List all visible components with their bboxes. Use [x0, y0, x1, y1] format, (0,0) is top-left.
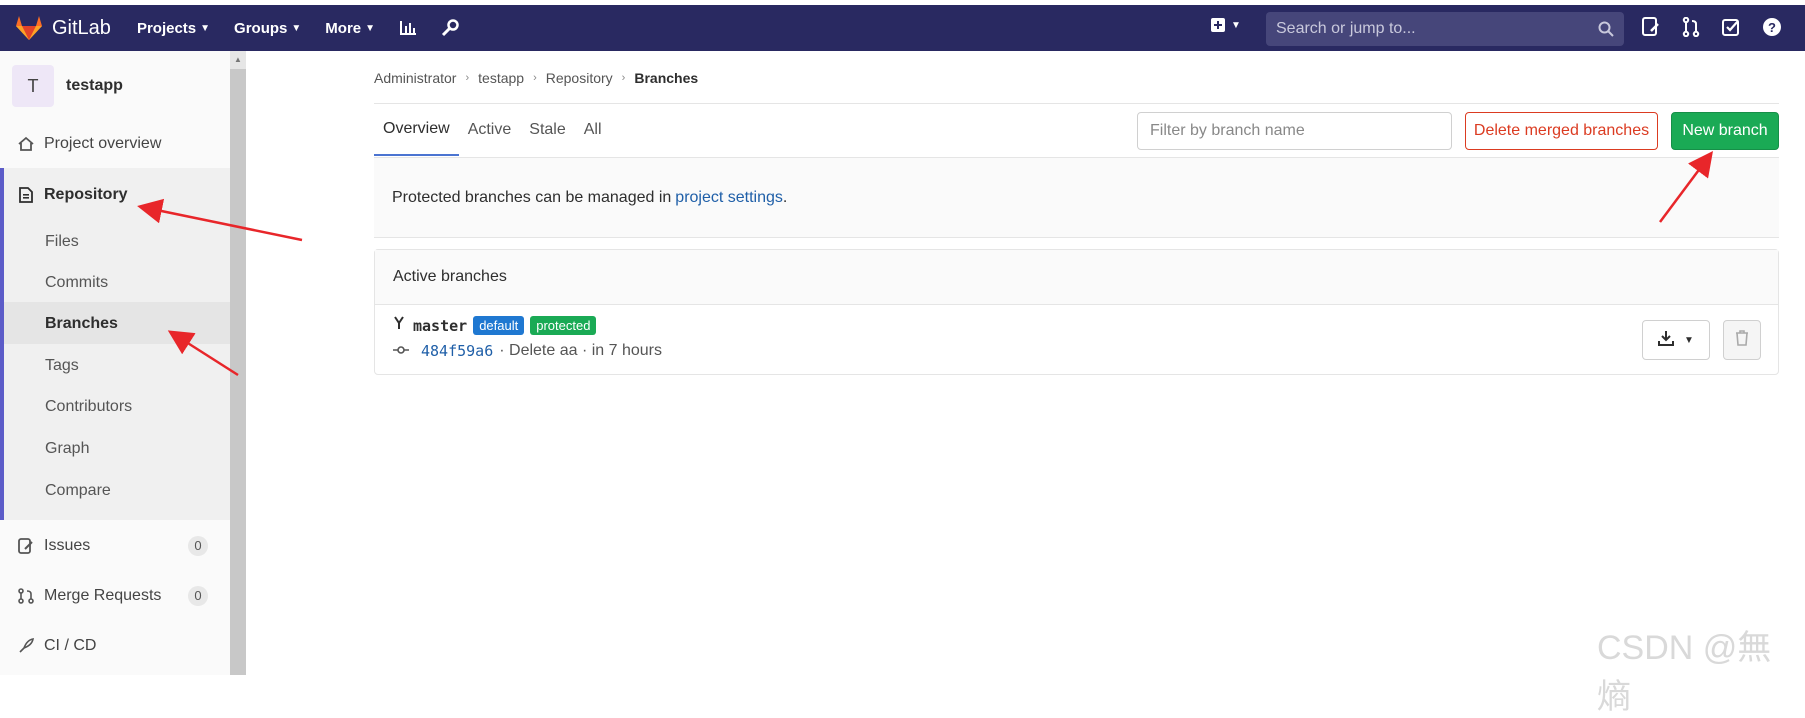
chevron-down-icon: ▼: [291, 22, 302, 34]
chevron-down-icon: ▼: [365, 22, 376, 34]
search-placeholder: Search or jump to...: [1276, 20, 1416, 37]
chevron-right-icon: ›: [465, 72, 470, 84]
branch-row: master default protected: [393, 316, 597, 335]
sidebar-item-ci-cd[interactable]: CI / CD: [0, 628, 230, 664]
top-navbar: GitLab Projects ▼ Groups ▼ More ▼ ▼ Search …: [0, 5, 1805, 51]
new-branch-button[interactable]: New branch: [1671, 112, 1779, 150]
chevron-down-icon: ▼: [1684, 334, 1694, 346]
sidebar-item-label: CI / CD: [44, 637, 97, 654]
chevron-down-icon: ▼: [1231, 19, 1241, 31]
home-icon: [18, 136, 34, 152]
gitlab-fox-icon: [16, 16, 42, 40]
new-dropdown-button[interactable]: ▼: [1210, 17, 1241, 33]
nav-more-label: More: [325, 19, 362, 37]
document-icon: [18, 187, 34, 203]
search-icon: [1598, 21, 1614, 42]
sidebar-item-label: Merge Requests: [44, 587, 162, 604]
commit-row: 484f59a6 · Delete aa · in 7 hours: [393, 342, 662, 360]
merge-request-icon[interactable]: [1682, 17, 1700, 37]
activity-chart-icon[interactable]: [399, 19, 417, 37]
tab-active[interactable]: Active: [459, 104, 521, 156]
sidebar-item-label: Repository: [44, 186, 128, 203]
protected-badge: protected: [530, 316, 597, 335]
sidebar-subitem-graph[interactable]: Graph: [45, 440, 89, 458]
download-dropdown-button[interactable]: ▼: [1642, 320, 1710, 360]
help-icon[interactable]: ?: [1762, 17, 1782, 37]
project-settings-link[interactable]: project settings: [675, 189, 783, 207]
breadcrumb-repository[interactable]: Repository: [546, 70, 613, 86]
default-badge: default: [473, 316, 525, 335]
chevron-right-icon: ›: [621, 72, 626, 84]
sidebar-subitem-compare[interactable]: Compare: [45, 482, 111, 500]
chevron-down-icon: ▼: [200, 22, 211, 34]
sidebar-subitem-files[interactable]: Files: [45, 233, 79, 251]
breadcrumb-branches[interactable]: Branches: [634, 70, 698, 86]
commit-message: · Delete aa · in 7 hours: [499, 342, 662, 359]
project-avatar: T: [12, 65, 54, 107]
breadcrumb: Administrator › testapp › Repository › Bran…: [374, 70, 698, 86]
filter-placeholder: Filter by branch name: [1150, 122, 1305, 139]
sidebar-item-repository[interactable]: Repository: [0, 177, 230, 213]
branch-name-link[interactable]: master: [413, 317, 467, 335]
tab-overview[interactable]: Overview: [374, 104, 459, 156]
breadcrumb-administrator[interactable]: Administrator: [374, 70, 456, 86]
trash-icon: [1735, 329, 1749, 351]
project-name: testapp: [66, 77, 123, 94]
sidebar-scrollbar[interactable]: [230, 51, 246, 675]
watermark: CSDN @無熵: [1597, 629, 1772, 716]
delete-merged-branches-button[interactable]: Delete merged branches: [1465, 112, 1658, 150]
search-input[interactable]: Search or jump to...: [1266, 12, 1624, 46]
sidebar-subitem-commits[interactable]: Commits: [45, 274, 108, 292]
sidebar-repository-section: [0, 168, 230, 520]
scroll-up-arrow-icon[interactable]: ▲: [230, 51, 246, 69]
chevron-right-icon: ›: [533, 72, 537, 84]
app-name: GitLab: [52, 16, 111, 39]
project-header[interactable]: T testapp: [12, 65, 123, 107]
notice-text: Protected branches can be managed in: [392, 188, 672, 206]
branch-tabs: Overview Active Stale All: [374, 104, 611, 158]
issues-icon: [18, 538, 34, 554]
commit-icon: [393, 342, 409, 360]
admin-wrench-icon[interactable]: [441, 19, 459, 37]
nav-projects-label: Projects: [136, 19, 197, 37]
tab-all[interactable]: All: [575, 104, 611, 156]
filter-branch-input[interactable]: Filter by branch name: [1137, 112, 1452, 150]
sidebar-subitem-branches[interactable]: Branches: [45, 315, 118, 333]
sidebar-item-project-overview[interactable]: Project overview: [0, 126, 230, 162]
notice-end: .: [782, 188, 788, 206]
gitlab-logo[interactable]: GitLab: [16, 16, 111, 40]
breadcrumb-testapp[interactable]: testapp: [478, 70, 524, 86]
download-icon: [1658, 330, 1675, 351]
sidebar-subitem-tags[interactable]: Tags: [45, 357, 79, 375]
nav-groups[interactable]: Groups ▼: [234, 20, 301, 37]
sidebar-item-label: Issues: [44, 537, 91, 554]
nav-groups-label: Groups: [234, 19, 288, 37]
plus-square-icon: [1211, 18, 1225, 32]
nav-projects[interactable]: Projects ▼: [137, 20, 210, 37]
nav-more[interactable]: More ▼: [325, 20, 375, 37]
card-title: Active branches: [375, 250, 1778, 305]
rocket-icon: [18, 638, 34, 654]
merge-requests-count-badge: 0: [188, 586, 208, 606]
active-branches-card: Active branches master default protected…: [374, 249, 1779, 375]
delete-branch-button[interactable]: [1723, 320, 1761, 360]
issues-icon[interactable]: [1642, 17, 1660, 37]
merge-request-icon: [18, 588, 34, 604]
sidebar-subitem-contributors[interactable]: Contributors: [45, 398, 132, 416]
sidebar-item-label: Project overview: [44, 135, 162, 152]
commit-sha-link[interactable]: 484f59a6: [421, 342, 493, 360]
protected-branches-notice: Protected branches can be managed in pro…: [374, 158, 1779, 238]
svg-text:?: ?: [1768, 20, 1776, 35]
tab-stale[interactable]: Stale: [520, 104, 574, 156]
branch-icon: [393, 316, 405, 335]
issues-count-badge: 0: [188, 536, 208, 556]
todo-icon[interactable]: [1722, 17, 1740, 37]
